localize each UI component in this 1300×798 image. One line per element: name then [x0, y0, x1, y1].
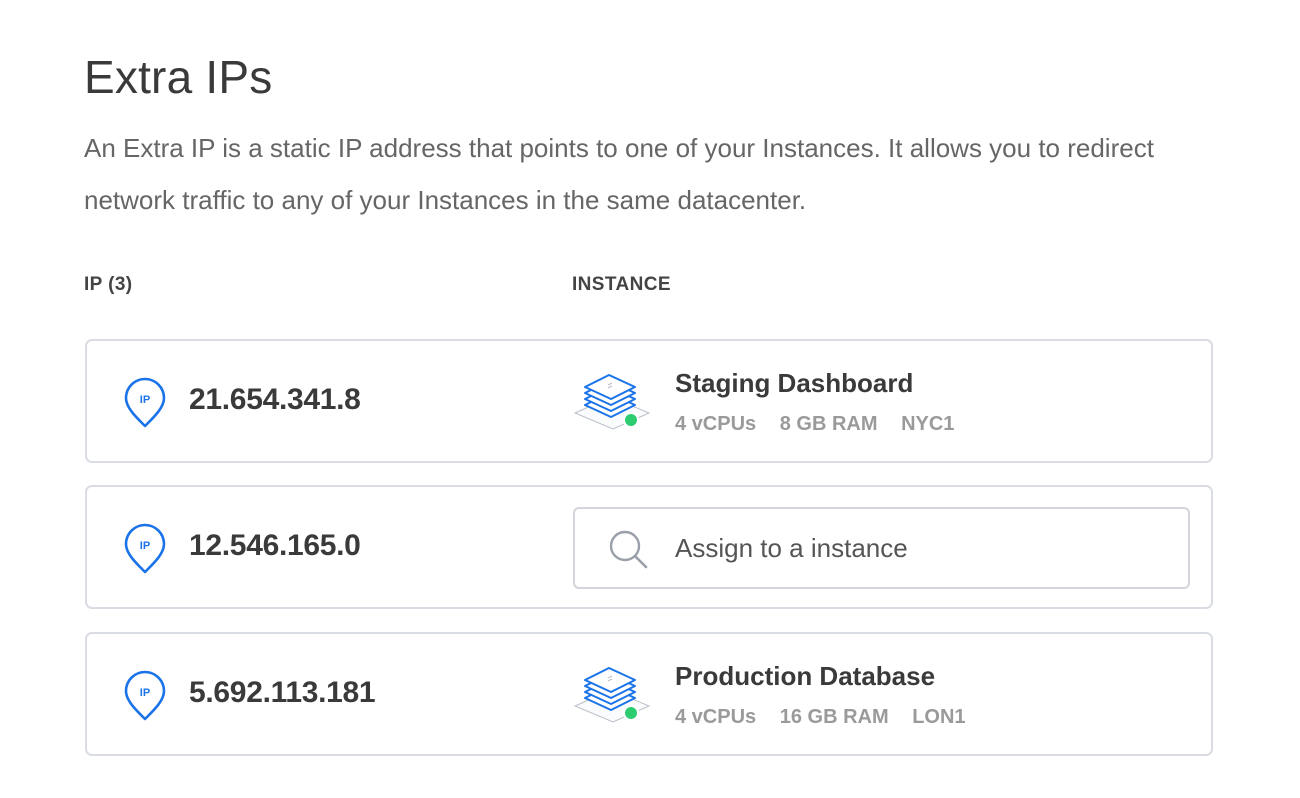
server-stack-icon[interactable] — [571, 367, 655, 439]
page-description: An Extra IP is a static IP address that … — [84, 133, 1154, 215]
instance-specs: 4 vCPUs 16 GB RAM LON1 — [675, 706, 984, 729]
server-stack-icon[interactable] — [571, 660, 655, 732]
svg-text:IP: IP — [140, 540, 150, 552]
page-title: Extra IPs — [84, 51, 273, 103]
instance-cpus: 4 vCPUs — [675, 706, 757, 728]
instance-ram: 16 GB RAM — [779, 706, 889, 728]
svg-text:IP: IP — [140, 394, 150, 406]
ip-pin-icon: IP — [124, 523, 166, 574]
instance-region: LON1 — [912, 706, 966, 728]
assign-instance-search[interactable] — [573, 507, 1190, 589]
ip-address: 12.546.165.0 — [189, 529, 361, 562]
instance-specs: 4 vCPUs 8 GB RAM NYC1 — [675, 413, 972, 436]
assign-instance-input[interactable] — [675, 509, 1175, 587]
column-header-ip: IP (3) — [84, 274, 133, 295]
ip-pin-icon: IP — [124, 670, 166, 721]
extra-ips-page: Extra IPs An Extra IP is a static IP add… — [0, 0, 1300, 798]
instance-name[interactable]: Production Database — [675, 661, 935, 692]
svg-text:IP: IP — [140, 687, 150, 699]
ip-pin-icon: IP — [124, 377, 166, 428]
instance-region: NYC1 — [901, 413, 955, 435]
ip-address: 21.654.341.8 — [189, 383, 361, 416]
instance-name[interactable]: Staging Dashboard — [675, 368, 913, 399]
ip-row: IP 12.546.165.0 — [85, 485, 1213, 609]
status-indicator — [623, 705, 639, 721]
instance-ram: 8 GB RAM — [779, 413, 878, 435]
status-indicator — [623, 412, 639, 428]
instance-cpus: 4 vCPUs — [675, 413, 757, 435]
ip-address: 5.692.113.181 — [189, 676, 376, 709]
column-header-instance: INSTANCE — [572, 274, 671, 295]
ip-row: IP 5.692.113.181 Production Database 4 v… — [85, 632, 1213, 756]
ip-row: IP 21.654.341.8 Staging Dashboard 4 vCPU… — [85, 339, 1213, 463]
search-icon — [609, 530, 648, 569]
